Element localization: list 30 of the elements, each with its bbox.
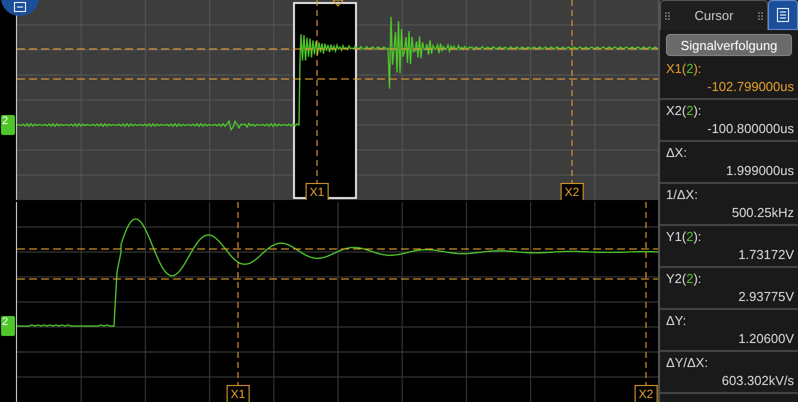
reading-value: 1.73172V: [738, 246, 794, 264]
reading-label: ΔY/ΔX:: [666, 354, 709, 372]
reading-value: -102.799000us: [707, 78, 794, 96]
reading-value: 1.20600V: [738, 330, 794, 348]
reading-label: Y2(2):: [666, 270, 702, 288]
menu-icon: [14, 2, 26, 12]
signal-tracking-button[interactable]: Signalverfolgung: [666, 34, 792, 56]
zoom-window[interactable]: [293, 2, 357, 199]
reading-value: 2.93775V: [738, 288, 794, 306]
reading-label: Y1(2):: [666, 228, 702, 246]
reading-label: X1(2):: [666, 60, 702, 78]
trigger-marker-icon: [332, 0, 344, 7]
reading-label: 1/ΔX:: [666, 186, 699, 204]
cursor-tag[interactable]: X2: [634, 385, 658, 402]
reading-label: ΔY:: [666, 312, 688, 330]
menu-button[interactable]: [768, 0, 798, 30]
cursor-tab[interactable]: Cursor: [660, 0, 768, 30]
cursor-tag[interactable]: X1: [226, 385, 250, 402]
tab-label: Cursor: [694, 8, 734, 23]
reading-label: ΔX:: [666, 144, 688, 162]
list-icon: [777, 8, 789, 22]
reading-value: 603.302kV/s: [722, 372, 794, 390]
reading-value: 500.25kHz: [732, 204, 794, 222]
cursor-tag[interactable]: X1: [306, 183, 328, 200]
cursor-tag[interactable]: X2: [560, 183, 584, 200]
grip-icon: [665, 12, 670, 20]
reading-value: 1.999000us: [726, 162, 794, 180]
reading-value: -100.800000us: [707, 120, 794, 138]
grip-icon: [758, 12, 763, 20]
reading-label: X2(2):: [666, 102, 702, 120]
